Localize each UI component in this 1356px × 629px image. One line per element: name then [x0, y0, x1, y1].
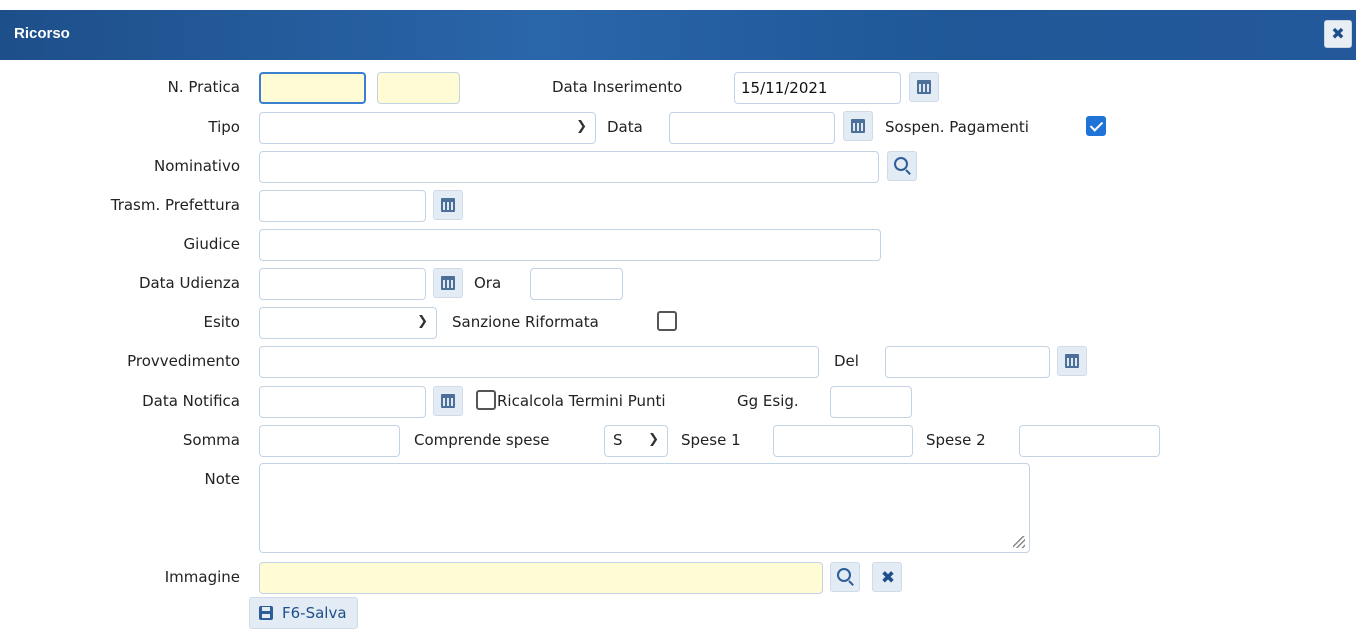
- del-input[interactable]: [885, 346, 1050, 378]
- data-input[interactable]: [669, 112, 835, 144]
- data-notifica-label: Data Notifica: [142, 392, 240, 410]
- immagine-input[interactable]: [259, 562, 823, 594]
- calendar-icon: [851, 119, 865, 133]
- sanzione-riformata-label: Sanzione Riformata: [452, 313, 599, 331]
- data-notifica-input[interactable]: [259, 386, 426, 418]
- giudice-input[interactable]: [259, 229, 881, 261]
- n-pratica-input[interactable]: [259, 72, 366, 104]
- trasm-prefettura-input[interactable]: [259, 190, 426, 222]
- sospen-pagamenti-checkbox[interactable]: [1086, 116, 1106, 136]
- gg-esig-input[interactable]: [830, 386, 912, 418]
- close-icon: ✖: [880, 568, 896, 588]
- calendar-icon: [1065, 354, 1079, 368]
- window-title: Ricorso: [14, 25, 70, 42]
- chevron-down-icon: ❯: [648, 432, 659, 447]
- data-udienza-input[interactable]: [259, 268, 426, 300]
- ora-input[interactable]: [530, 268, 623, 300]
- immagine-clear-button[interactable]: ✖: [872, 562, 902, 592]
- tipo-select[interactable]: ❯: [259, 112, 596, 144]
- trasm-prefettura-calendar-button[interactable]: [433, 190, 463, 220]
- comprende-spese-value: S: [613, 431, 623, 449]
- spese2-label: Spese 2: [926, 431, 986, 449]
- gg-esig-label: Gg Esig.: [737, 392, 799, 410]
- search-icon: [837, 568, 851, 582]
- resize-grip-icon[interactable]: [1013, 536, 1025, 548]
- note-textarea[interactable]: [259, 463, 1030, 553]
- data-udienza-label: Data Udienza: [138, 274, 240, 292]
- data-label: Data: [607, 118, 643, 136]
- esito-label: Esito: [203, 313, 240, 331]
- calendar-icon: [917, 80, 931, 94]
- spese1-label: Spese 1: [681, 431, 741, 449]
- save-icon: [259, 606, 273, 620]
- title-bar: Ricorso ✖: [0, 10, 1356, 60]
- trasm-prefettura-label: Trasm. Prefettura: [110, 196, 240, 214]
- del-calendar-button[interactable]: [1057, 346, 1087, 376]
- immagine-search-button[interactable]: [830, 562, 860, 592]
- data-udienza-calendar-button[interactable]: [433, 268, 463, 298]
- save-button[interactable]: F6-Salva: [249, 597, 358, 629]
- somma-input[interactable]: [259, 425, 400, 457]
- chevron-down-icon: ❯: [576, 119, 587, 134]
- del-label: Del: [834, 352, 859, 370]
- calendar-icon: [441, 198, 455, 212]
- data-calendar-button[interactable]: [843, 111, 873, 141]
- sospen-pagamenti-label: Sospen. Pagamenti: [885, 118, 1029, 136]
- spese2-input[interactable]: [1019, 425, 1160, 457]
- immagine-label: Immagine: [164, 568, 240, 586]
- note-label: Note: [204, 470, 240, 488]
- close-button[interactable]: ✖: [1324, 20, 1352, 48]
- giudice-label: Giudice: [183, 235, 240, 253]
- search-icon: [894, 157, 908, 171]
- comprende-spese-label: Comprende spese: [414, 431, 550, 449]
- sanzione-riformata-checkbox[interactable]: [657, 311, 677, 331]
- spese1-input[interactable]: [773, 425, 913, 457]
- data-inserimento-calendar-button[interactable]: [909, 72, 939, 102]
- tipo-label: Tipo: [208, 118, 240, 136]
- data-notifica-calendar-button[interactable]: [433, 386, 463, 416]
- esito-select[interactable]: ❯: [259, 307, 437, 339]
- data-inserimento-label: Data Inserimento: [552, 78, 683, 96]
- n-pratica-label: N. Pratica: [167, 78, 240, 96]
- n-pratica-year-input[interactable]: [377, 72, 460, 104]
- chevron-down-icon: ❯: [417, 314, 428, 329]
- close-icon: ✖: [1331, 24, 1345, 43]
- calendar-icon: [441, 276, 455, 290]
- ricalcola-checkbox[interactable]: [476, 390, 496, 410]
- ricalcola-label: Ricalcola Termini Punti: [497, 392, 666, 410]
- comprende-spese-select[interactable]: S ❯: [604, 425, 668, 457]
- provvedimento-input[interactable]: [259, 346, 819, 378]
- nominativo-input[interactable]: [259, 151, 879, 183]
- somma-label: Somma: [182, 431, 240, 449]
- nominativo-label: Nominativo: [154, 157, 240, 175]
- provvedimento-label: Provvedimento: [127, 352, 240, 370]
- ora-label: Ora: [474, 274, 502, 292]
- calendar-icon: [441, 394, 455, 408]
- nominativo-search-button[interactable]: [887, 151, 917, 181]
- save-label: F6-Salva: [282, 604, 347, 622]
- data-inserimento-input[interactable]: [734, 72, 901, 104]
